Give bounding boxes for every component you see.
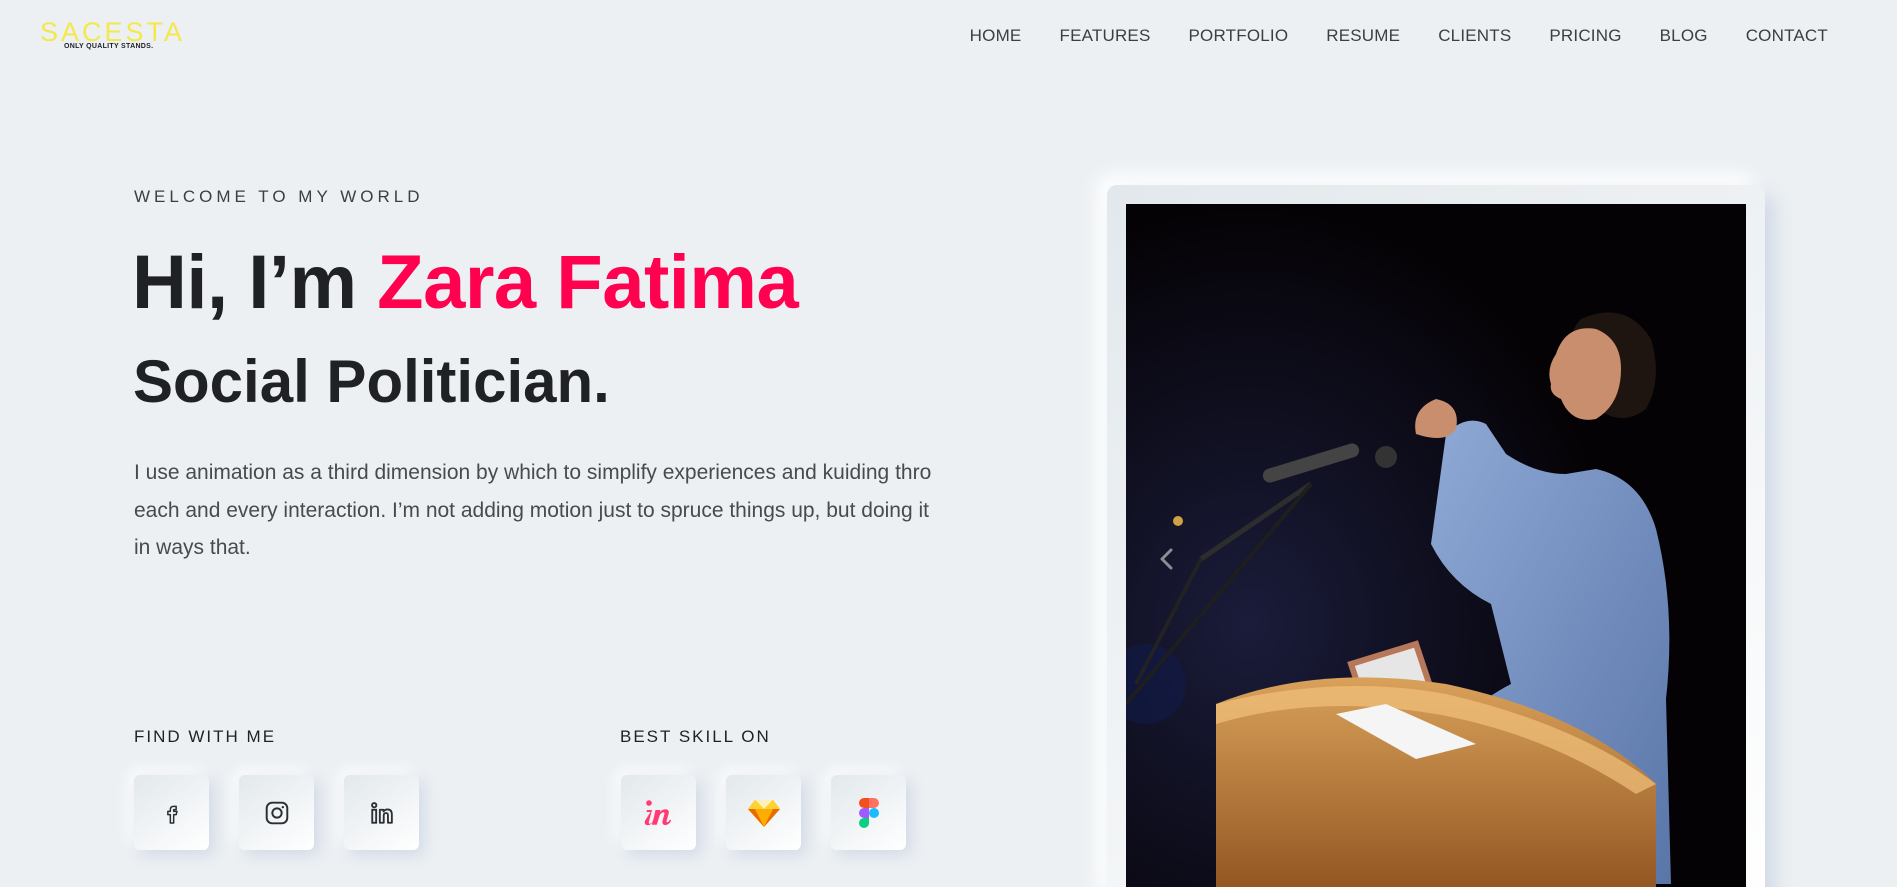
social-title: FIND WITH ME [134,727,277,746]
nav-item-resume[interactable]: RESUME [1326,26,1400,46]
nav-item-features[interactable]: FEATURES [1059,26,1150,46]
site-header: SACESTA ONLY QUALITY STANDS. HOME FEATUR… [0,0,1897,74]
hero-photo [1126,204,1746,887]
hero-intro: I use animation as a third dimension by … [134,461,932,559]
invision-icon [644,799,671,825]
greeting-text: Hi, I’m [132,240,378,325]
hero-headline: Hi, I’m Zara Fatima [132,238,799,328]
welcome-subtitle: WELCOME TO MY WORLD [134,187,424,206]
linkedin-button[interactable] [344,775,419,850]
sketch-button[interactable] [726,775,801,850]
nav-item-blog[interactable]: BLOG [1660,26,1708,46]
nav-item-contact[interactable]: CONTACT [1746,26,1828,46]
main-nav: HOME FEATURES PORTFOLIO RESUME CLIENTS P… [970,26,1828,46]
chevron-left-icon [1160,548,1173,570]
facebook-icon [166,805,178,824]
slider-prev-button[interactable] [1152,544,1182,574]
figma-icon [858,797,879,828]
brand-logo[interactable]: SACESTA ONLY QUALITY STANDS. [40,17,186,54]
facebook-button[interactable] [134,775,209,850]
nav-item-pricing[interactable]: PRICING [1549,26,1621,46]
nav-item-clients[interactable]: CLIENTS [1438,26,1511,46]
figma-button[interactable] [831,775,906,850]
hero-role: Social Politician. [133,348,610,415]
nav-item-portfolio[interactable]: PORTFOLIO [1189,26,1289,46]
speaker-illustration [1126,204,1746,887]
linkedin-icon [370,801,393,824]
nav-item-home[interactable]: HOME [970,26,1022,46]
instagram-button[interactable] [239,775,314,850]
logo-text: SACESTA [40,17,186,47]
skills-title: BEST SKILL ON [620,727,771,746]
logo-tagline: ONLY QUALITY STANDS. [64,43,154,50]
invision-button[interactable] [621,775,696,850]
sketch-icon [747,799,780,827]
hero-name: Zara Fatima [377,240,799,325]
instagram-icon [265,801,288,824]
